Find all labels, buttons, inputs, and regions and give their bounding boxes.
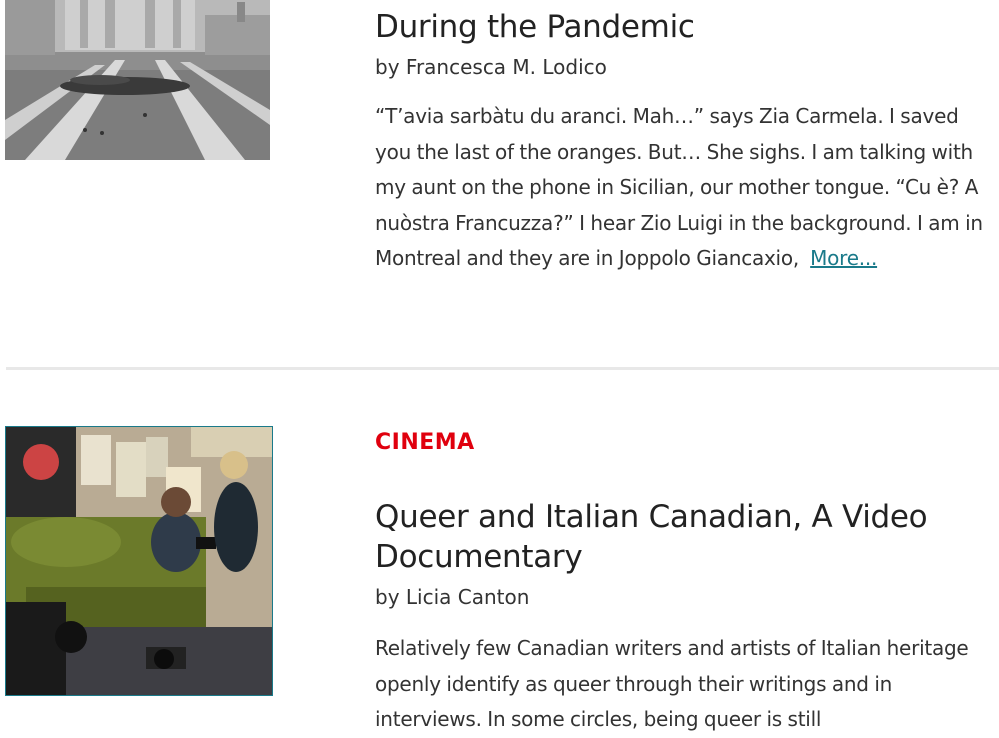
more-link[interactable]: More...: [810, 246, 877, 270]
article-divider: [6, 367, 999, 370]
article-title-line[interactable]: During the Pandemic: [375, 9, 695, 45]
article-thumbnail[interactable]: [5, 426, 273, 696]
article-excerpt-text: “T’avia sarbàtu du aranci. Mah…” says Zi…: [375, 104, 983, 270]
article-title[interactable]: Queer and Italian Canadian, A Video Docu…: [375, 497, 975, 577]
article-category[interactable]: CINEMA: [375, 428, 475, 458]
article-title[interactable]: During the Pandemic: [375, 7, 999, 47]
piazza-photo: [5, 0, 270, 160]
film-set-photo: [6, 427, 272, 695]
article-excerpt: Relatively few Canadian writers and arti…: [375, 636, 969, 731]
article-byline: by Licia Canton: [375, 585, 530, 609]
article-thumbnail[interactable]: [5, 0, 270, 160]
article-byline: by Francesca M. Lodico: [375, 55, 607, 79]
article-excerpt: “T’avia sarbàtu du aranci. Mah…” says Zi…: [375, 99, 999, 277]
